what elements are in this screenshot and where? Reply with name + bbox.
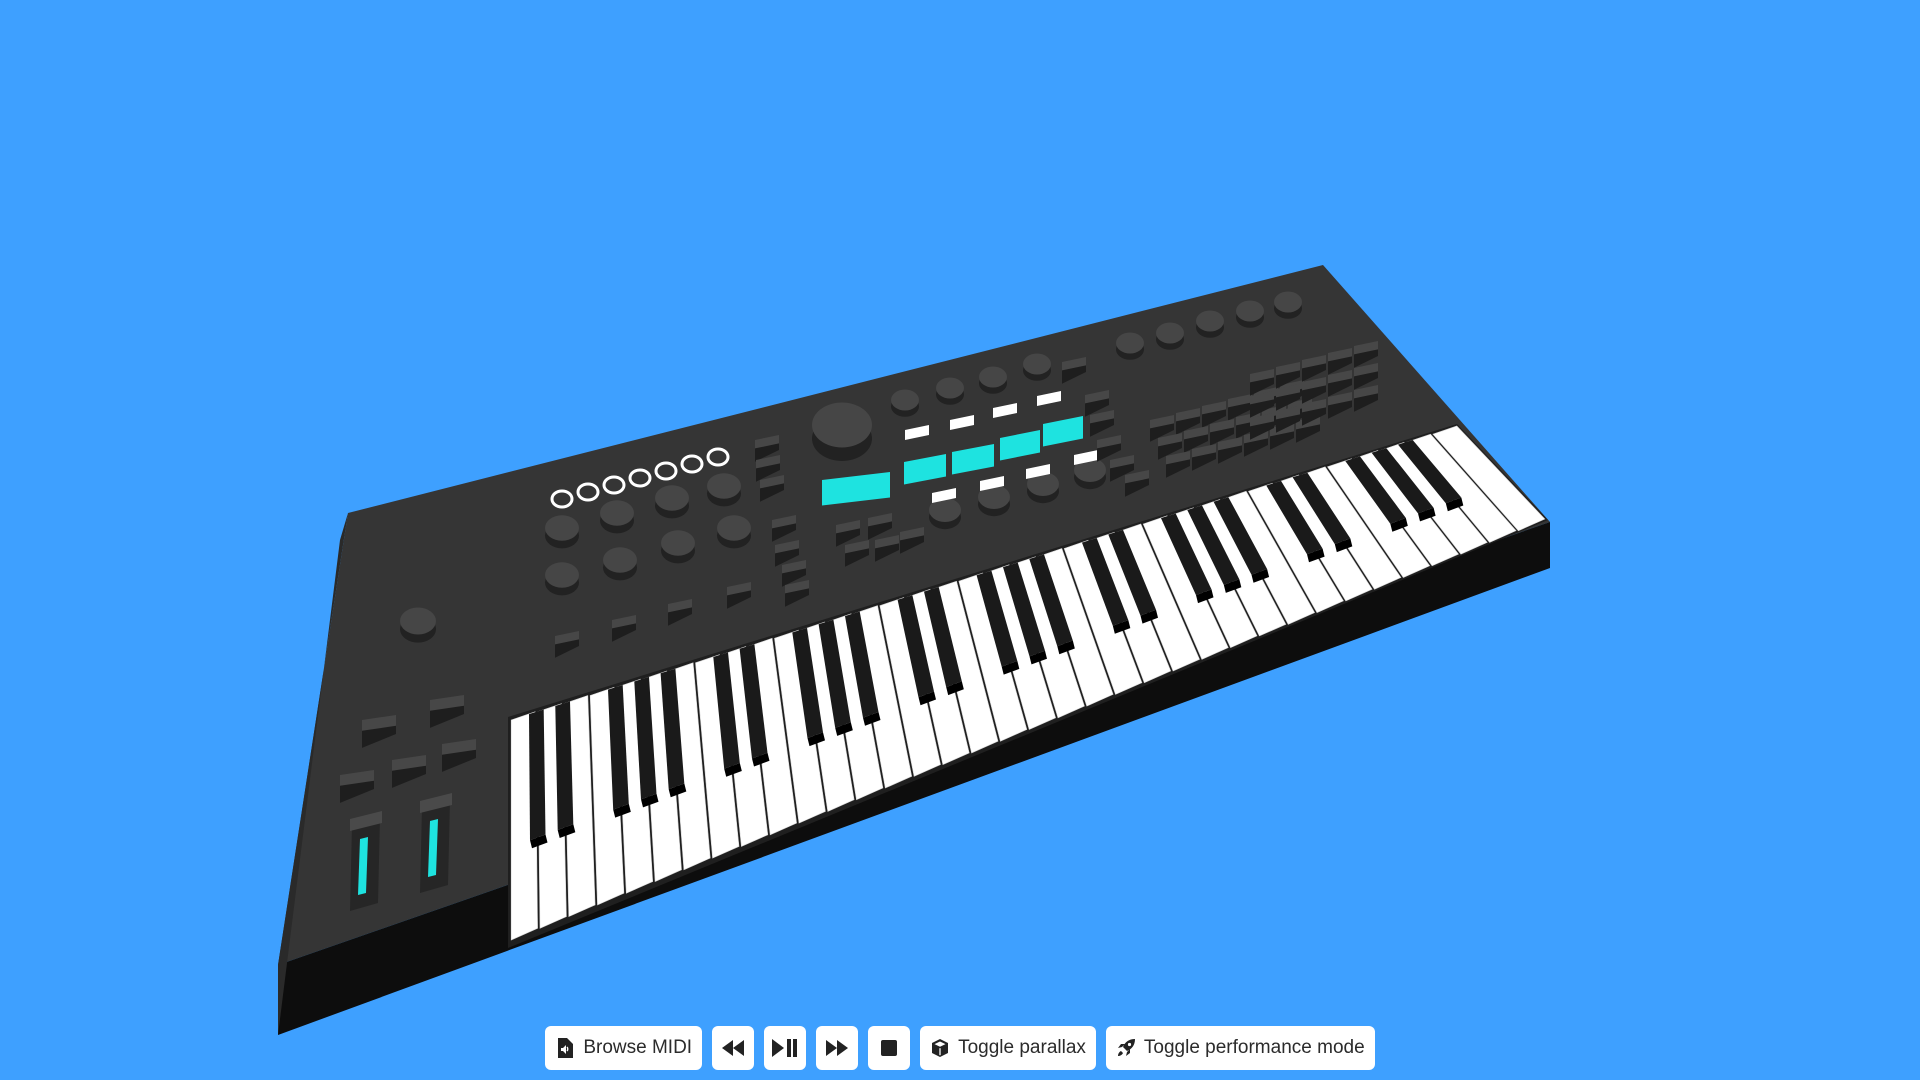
- encoder-knob: [707, 473, 741, 499]
- stop-icon: [876, 1038, 902, 1058]
- fast-forward-button[interactable]: [816, 1026, 859, 1070]
- browse-midi-button[interactable]: Browse MIDI: [545, 1026, 703, 1070]
- transport-toolbar: Browse MIDI Toggle parallax Toggle perfo…: [0, 1026, 1920, 1070]
- encoder-knob: [1274, 291, 1302, 313]
- encoder-knob: [1196, 310, 1224, 332]
- encoder-knob: [979, 366, 1007, 388]
- play-pause-button[interactable]: [764, 1026, 807, 1070]
- volume-knob: [400, 607, 436, 635]
- keyboard-scene: [278, 265, 1550, 1035]
- encoder-knob: [1156, 322, 1184, 344]
- toggle-parallax-button[interactable]: Toggle parallax: [920, 1026, 1096, 1070]
- main-encoder-knob: [812, 402, 872, 448]
- encoder-knob: [891, 389, 919, 411]
- encoder-knob: [936, 377, 964, 399]
- rewind-button[interactable]: [712, 1026, 755, 1070]
- black-key: [529, 709, 546, 841]
- stop-button[interactable]: [868, 1026, 911, 1070]
- file-audio-icon: [555, 1038, 575, 1058]
- encoder-knob: [603, 547, 637, 573]
- toggle-performance-mode-button[interactable]: Toggle performance mode: [1105, 1026, 1375, 1070]
- encoder-knob: [661, 530, 695, 556]
- encoder-knob: [1116, 332, 1144, 354]
- encoder-knob: [545, 515, 579, 541]
- encoder-knob: [545, 562, 579, 588]
- encoder-knob: [1023, 353, 1051, 375]
- toggle-performance-mode-label: Toggle performance mode: [1143, 1037, 1365, 1058]
- toggle-parallax-label: Toggle parallax: [958, 1037, 1086, 1058]
- backward-icon: [720, 1038, 746, 1058]
- encoder-knob: [655, 485, 689, 511]
- browse-midi-label: Browse MIDI: [583, 1037, 693, 1058]
- play-pause-icon: [772, 1038, 798, 1058]
- encoder-knob: [600, 500, 634, 526]
- cube-icon: [930, 1038, 950, 1058]
- rocket-icon: [1116, 1038, 1136, 1058]
- encoder-knob: [1236, 300, 1264, 322]
- encoder-knob: [717, 515, 751, 541]
- forward-icon: [824, 1038, 850, 1058]
